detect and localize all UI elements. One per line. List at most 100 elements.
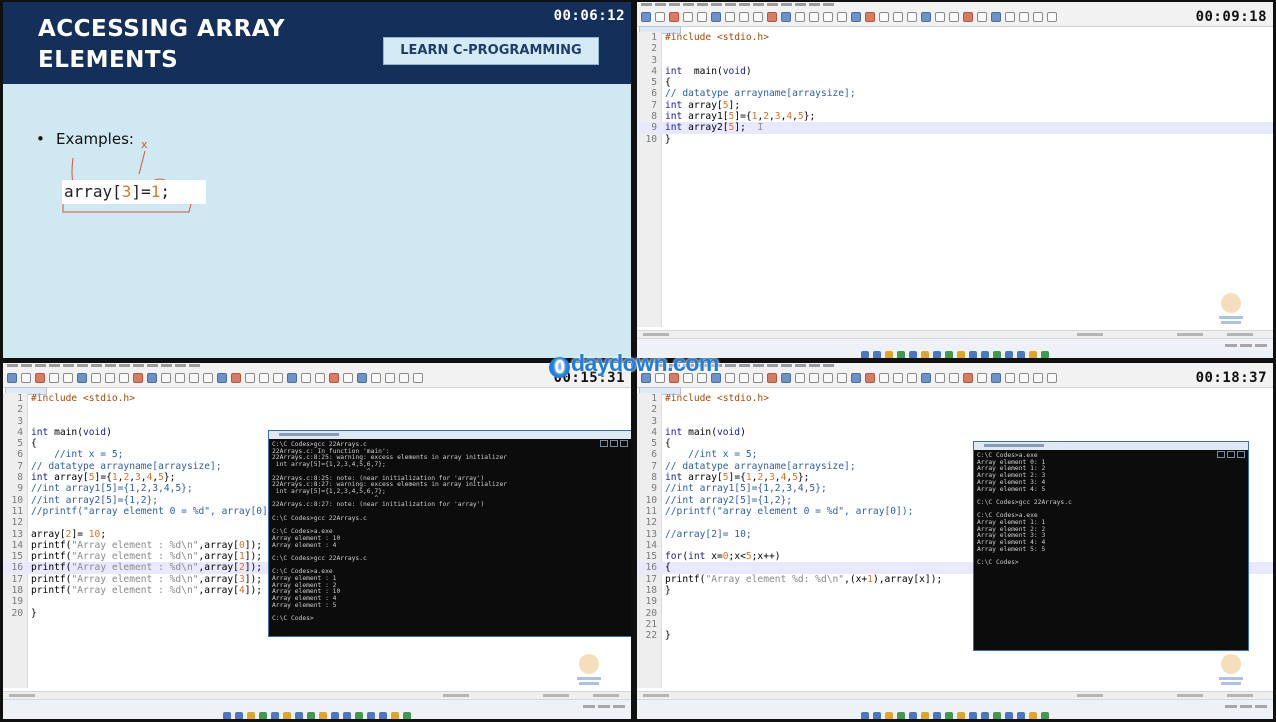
taskbar-app-icon[interactable] [993,351,1001,358]
toolbar-button-icon[interactable] [739,373,749,383]
toolbar-button-icon[interactable] [781,12,791,22]
toolbar-button-icon[interactable] [1047,12,1057,22]
menu-item[interactable] [133,364,144,367]
toolbar-button-icon[interactable] [315,373,325,383]
menu-item[interactable] [77,364,88,367]
taskbar-app-icon[interactable] [295,712,303,719]
toolbar-button-icon[interactable] [413,373,423,383]
toolbar-button-icon[interactable] [231,373,241,383]
code-line[interactable]: 10} [637,134,1273,145]
toolbar-button-icon[interactable] [77,373,87,383]
toolbar-button-icon[interactable] [949,12,959,22]
toolbar-button-icon[interactable] [189,373,199,383]
menu-item[interactable] [809,3,820,6]
code-line[interactable]: 4 int main(void) [637,66,1273,77]
code-line[interactable]: 8 int array1[5]={1,2,3,4,5}; [637,111,1273,122]
toolbar-button-icon[interactable] [823,373,833,383]
toolbar-button-icon[interactable] [329,373,339,383]
toolbar-button-icon[interactable] [1047,373,1057,383]
toolbar-button-icon[interactable] [739,12,749,22]
toolbar-button-icon[interactable] [907,12,917,22]
toolbar-button-icon[interactable] [147,373,157,383]
menu-item[interactable] [823,3,834,6]
toolbar-button-icon[interactable] [949,373,959,383]
menu-item[interactable] [739,364,750,367]
menu-item[interactable] [795,364,806,367]
toolbar-button-icon[interactable] [119,373,129,383]
taskbar-app-icon[interactable] [1041,712,1049,719]
toolbar-button-icon[interactable] [49,373,59,383]
toolbar-button-icon[interactable] [865,12,875,22]
toolbar-button-icon[interactable] [893,12,903,22]
toolbar-button-icon[interactable] [963,373,973,383]
toolbar-button-icon[interactable] [963,12,973,22]
taskbar-app-icon[interactable] [1005,712,1013,719]
toolbar-button-icon[interactable] [991,373,1001,383]
toolbar-button-icon[interactable] [371,373,381,383]
menu-item[interactable] [91,364,102,367]
menu-item[interactable] [655,3,666,6]
toolbar-button-icon[interactable] [893,373,903,383]
toolbar-button-icon[interactable] [795,373,805,383]
toolbar-button-icon[interactable] [823,12,833,22]
menu-item[interactable] [683,3,694,6]
taskbar-app-icon[interactable] [909,712,917,719]
toolbar-button-icon[interactable] [1019,373,1029,383]
toolbar-button-icon[interactable] [837,373,847,383]
taskbar-app-icon[interactable] [319,712,327,719]
taskbar-app-icon[interactable] [993,712,1001,719]
taskbar-app-icon[interactable] [307,712,315,719]
taskbar-app-icon[interactable] [945,351,953,358]
toolbar-button-icon[interactable] [91,373,101,383]
menu-item[interactable] [35,364,46,367]
toolbar-button-icon[interactable] [753,373,763,383]
toolbar-button-icon[interactable] [753,12,763,22]
taskbar-app-icon[interactable] [1029,712,1037,719]
toolbar-button-icon[interactable] [795,12,805,22]
menu-item[interactable] [669,3,680,6]
toolbar-button-icon[interactable] [1033,12,1043,22]
toolbar-button-icon[interactable] [907,373,917,383]
taskbar-app-icon[interactable] [367,712,375,719]
toolbar-button-icon[interactable] [217,373,227,383]
taskbar-app-icon[interactable] [897,712,905,719]
menu-item[interactable] [641,3,652,6]
taskbar-app-icon[interactable] [1017,351,1025,358]
menu-item[interactable] [795,3,806,6]
toolbar-button-icon[interactable] [669,12,679,22]
taskbar-app-icon[interactable] [933,712,941,719]
code-line[interactable]: 5{ [637,77,1273,88]
console-titlebar[interactable] [269,431,631,447]
console-titlebar[interactable] [974,442,1248,458]
toolbar-button-icon[interactable] [203,373,213,383]
toolbar-button-icon[interactable] [357,373,367,383]
command-prompt-window[interactable]: C:\C Codes>gcc 22Arrays.c 22Arrays.c: In… [268,430,631,637]
taskbar-app-icon[interactable] [391,712,399,719]
taskbar-apps[interactable] [221,705,413,719]
menu-item[interactable] [147,364,158,367]
taskbar-app-icon[interactable] [379,712,387,719]
taskbar-app-icon[interactable] [1029,351,1037,358]
taskbar-app-icon[interactable] [355,712,363,719]
code-line[interactable]: 7 int array[5]; [637,100,1273,111]
toolbar-button-icon[interactable] [683,12,693,22]
maximize-icon[interactable] [610,440,618,447]
taskbar-app-icon[interactable] [885,351,893,358]
close-icon[interactable] [1237,451,1245,458]
toolbar-button-icon[interactable] [21,373,31,383]
toolbar-button-icon[interactable] [977,373,987,383]
taskbar-app-icon[interactable] [861,351,869,358]
taskbar-app-icon[interactable] [945,712,953,719]
code-line[interactable]: 9 int array2[5]; I [637,122,1273,134]
code-line[interactable]: 2 [637,43,1273,54]
menu-item[interactable] [767,364,778,367]
toolbar-button-icon[interactable] [1005,373,1015,383]
toolbar-button-icon[interactable] [697,12,707,22]
taskbar-app-icon[interactable] [331,712,339,719]
toolbar-button-icon[interactable] [343,373,353,383]
taskbar-app-icon[interactable] [1017,712,1025,719]
taskbar[interactable] [637,699,1273,719]
toolbar-button-icon[interactable] [725,373,735,383]
toolbar-button-icon[interactable] [245,373,255,383]
taskbar-app-icon[interactable] [235,712,243,719]
